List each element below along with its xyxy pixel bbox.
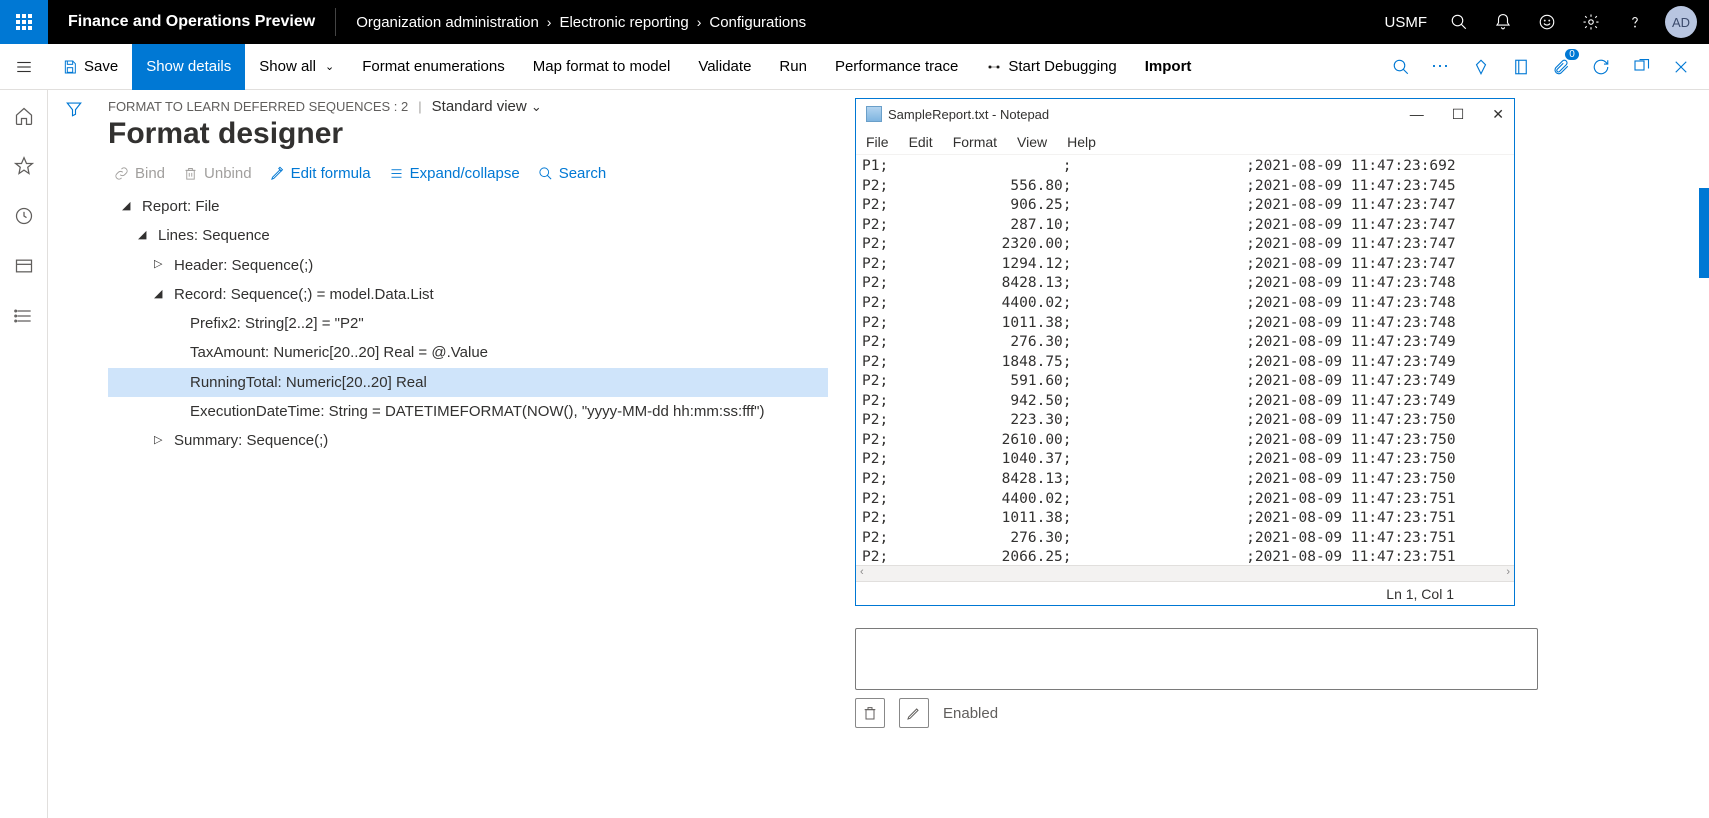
tree-node-runningtotal[interactable]: RunningTotal: Numeric[20..20] Real: [108, 368, 828, 397]
menu-edit[interactable]: Edit: [909, 134, 933, 150]
chevron-right-icon: ›: [697, 14, 702, 30]
save-label: Save: [84, 58, 118, 75]
attachments-icon[interactable]: 0: [1543, 49, 1579, 85]
performance-trace-button[interactable]: Performance trace: [821, 44, 972, 90]
notepad-menubar: File Edit Format View Help: [856, 129, 1514, 155]
side-strip[interactable]: [1699, 188, 1709, 278]
edit-formula-button[interactable]: Edit formula: [270, 165, 371, 182]
format-enumerations-button[interactable]: Format enumerations: [348, 44, 519, 90]
tree-node-record[interactable]: ◢Record: Sequence(;) = model.Data.List: [108, 280, 828, 309]
search-icon[interactable]: [1439, 0, 1479, 44]
expand-icon[interactable]: ▷: [154, 430, 168, 451]
notepad-hscrollbar[interactable]: ‹›: [856, 565, 1514, 581]
close-icon[interactable]: ✕: [1492, 106, 1504, 123]
tree-node-header[interactable]: ▷Header: Sequence(;): [108, 251, 828, 280]
top-header: Finance and Operations Preview Organizat…: [0, 0, 1709, 44]
import-button[interactable]: Import: [1131, 44, 1206, 90]
office-icon[interactable]: [1503, 49, 1539, 85]
modules-icon[interactable]: [8, 300, 40, 332]
notepad-titlebar[interactable]: SampleReport.txt - Notepad — ☐ ✕: [856, 99, 1514, 129]
refresh-icon[interactable]: [1583, 49, 1619, 85]
formula-textbox[interactable]: [855, 628, 1538, 690]
chevron-down-icon: ⌄: [531, 99, 542, 114]
edit-icon[interactable]: [899, 698, 929, 728]
validate-button[interactable]: Validate: [684, 44, 765, 90]
help-icon[interactable]: [1615, 0, 1655, 44]
star-icon[interactable]: [8, 150, 40, 182]
search-command-icon[interactable]: [1383, 49, 1419, 85]
enabled-row: Enabled: [855, 698, 998, 728]
delete-icon[interactable]: [855, 698, 885, 728]
bell-icon[interactable]: [1483, 0, 1523, 44]
expand-icon[interactable]: ▷: [154, 254, 168, 275]
bind-button[interactable]: Bind: [114, 165, 165, 182]
breadcrumb: Organization administration › Electronic…: [336, 14, 806, 31]
menu-help[interactable]: Help: [1067, 134, 1096, 150]
expand-collapse-button[interactable]: Expand/collapse: [389, 165, 520, 182]
format-tree: ◢Report: File ◢Lines: Sequence ▷Header: …: [108, 192, 828, 455]
collapse-icon[interactable]: ◢: [154, 284, 168, 305]
config-name: FORMAT TO LEARN DEFERRED SEQUENCES : 2: [108, 99, 408, 114]
close-icon[interactable]: [1663, 49, 1699, 85]
notepad-statusbar: Ln 1, Col 1: [856, 581, 1514, 605]
gear-icon[interactable]: [1571, 0, 1611, 44]
tree-node-taxamount[interactable]: TaxAmount: Numeric[20..20] Real = @.Valu…: [108, 338, 828, 367]
view-selector[interactable]: Standard view ⌄: [432, 98, 542, 115]
unbind-button[interactable]: Unbind: [183, 165, 252, 182]
header-right: USMF AD: [1385, 0, 1709, 44]
avatar[interactable]: AD: [1665, 6, 1697, 38]
notepad-title-text: SampleReport.txt - Notepad: [888, 107, 1049, 122]
save-button[interactable]: Save: [48, 44, 132, 90]
workspace-icon[interactable]: [8, 250, 40, 282]
notepad-icon: [866, 106, 882, 122]
show-details-button[interactable]: Show details: [132, 44, 245, 90]
tree-node-execdt[interactable]: ExecutionDateTime: String = DATETIMEFORM…: [108, 397, 828, 426]
search-tree-button[interactable]: Search: [538, 165, 607, 182]
app-title: Finance and Operations Preview: [48, 13, 335, 31]
start-debugging-button[interactable]: Start Debugging: [972, 44, 1130, 90]
menu-view[interactable]: View: [1017, 134, 1047, 150]
menu-file[interactable]: File: [866, 134, 889, 150]
smile-icon[interactable]: [1527, 0, 1567, 44]
maximize-icon[interactable]: ☐: [1452, 106, 1465, 123]
clock-icon[interactable]: [8, 200, 40, 232]
menu-format[interactable]: Format: [953, 134, 997, 150]
popout-icon[interactable]: [1623, 49, 1659, 85]
enabled-label: Enabled: [943, 705, 998, 722]
collapse-icon[interactable]: ◢: [138, 225, 152, 246]
breadcrumb-item[interactable]: Configurations: [709, 14, 806, 31]
show-all-button[interactable]: Show all⌄: [245, 44, 348, 90]
window-controls: — ☐ ✕: [1410, 106, 1504, 123]
minimize-icon[interactable]: —: [1410, 106, 1424, 123]
collapse-icon[interactable]: ◢: [122, 196, 136, 217]
chevron-down-icon: ⌄: [325, 60, 334, 73]
notepad-textarea[interactable]: P1; ; ;2021-08-09 11:47:23:692 P2; 556.8…: [856, 155, 1514, 565]
map-format-button[interactable]: Map format to model: [519, 44, 685, 90]
tree-node-report[interactable]: ◢Report: File: [108, 192, 828, 221]
action-bar: Save Show details Show all⌄ Format enume…: [0, 44, 1709, 90]
left-rail: [0, 90, 48, 818]
diamond-icon[interactable]: [1463, 49, 1499, 85]
hamburger-icon[interactable]: [0, 58, 48, 76]
home-icon[interactable]: [8, 100, 40, 132]
action-bar-right: ⋯ 0: [1383, 49, 1709, 85]
breadcrumb-item[interactable]: Electronic reporting: [559, 14, 688, 31]
notepad-window: SampleReport.txt - Notepad — ☐ ✕ File Ed…: [855, 98, 1515, 606]
tree-node-lines[interactable]: ◢Lines: Sequence: [108, 221, 828, 250]
app-launcher-icon[interactable]: [0, 0, 48, 44]
chevron-right-icon: ›: [547, 14, 552, 30]
company-picker[interactable]: USMF: [1385, 14, 1428, 31]
tree-node-summary[interactable]: ▷Summary: Sequence(;): [108, 426, 828, 455]
filter-icon[interactable]: [65, 100, 83, 818]
run-button[interactable]: Run: [765, 44, 821, 90]
breadcrumb-item[interactable]: Organization administration: [356, 14, 539, 31]
tree-node-prefix2[interactable]: Prefix2: String[2..2] = "P2": [108, 309, 828, 338]
filter-column: [48, 90, 100, 818]
more-icon[interactable]: ⋯: [1423, 49, 1459, 85]
